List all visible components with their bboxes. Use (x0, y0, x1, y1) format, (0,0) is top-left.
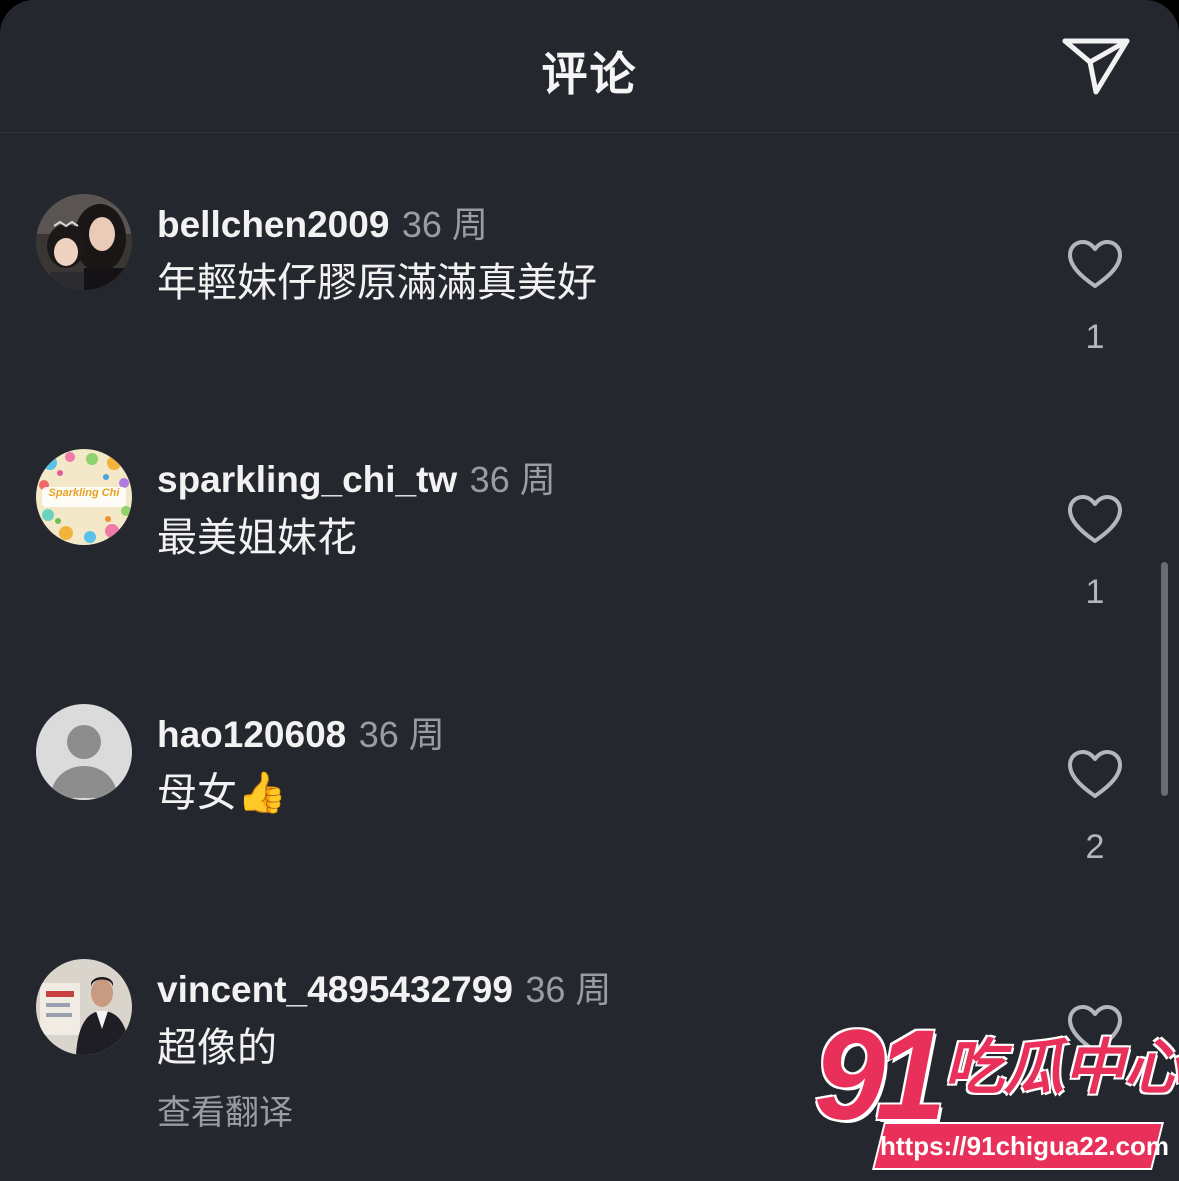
heart-icon (1068, 750, 1122, 798)
comment-text: 母女👍 (157, 771, 287, 815)
share-button[interactable] (1054, 30, 1138, 102)
like-count: 1 (1085, 573, 1105, 611)
see-translation-link[interactable]: 查看翻译 (157, 1085, 293, 1134)
comment-item: hao120608 36 周 母女👍 2 (0, 704, 1179, 934)
avatar[interactable] (36, 704, 132, 800)
comment-meta: bellchen2009 36 周 (157, 196, 488, 248)
default-user-icon (36, 704, 132, 800)
heart-icon (1068, 495, 1122, 543)
username[interactable]: sparkling_chi_tw (157, 459, 457, 500)
like-count: 2 (1085, 828, 1105, 866)
user-photo-icon (36, 959, 132, 1055)
avatar[interactable] (36, 194, 132, 290)
avatar[interactable] (36, 959, 132, 1055)
comment-meta: sparkling_chi_tw 36 周 (157, 451, 556, 503)
comment-meta: vincent_4895432799 36 周 (157, 961, 611, 1013)
like-button[interactable] (1066, 238, 1124, 290)
username[interactable]: hao120608 (157, 714, 346, 755)
username[interactable]: bellchen2009 (157, 204, 389, 245)
watermark-url: https://91chigua22.com (874, 1124, 1169, 1168)
like-button[interactable] (1066, 493, 1124, 545)
scrollbar[interactable] (1161, 562, 1168, 796)
avatar-logo-text: Sparkling Chi (48, 487, 120, 499)
comment-item: bellchen2009 36 周 年輕妹仔膠原滿滿真美好 1 (0, 194, 1179, 424)
watermark-number: 91 (814, 1004, 946, 1147)
page-title: 评论 (541, 48, 638, 100)
watermark-url-text: https://91chigua22.com (880, 1131, 1169, 1161)
comment-text: 年輕妹仔膠原滿滿真美好 (157, 261, 597, 305)
comment-time: 36 周 (469, 459, 556, 500)
like-count: 1 (1085, 318, 1105, 356)
heart-icon (1068, 240, 1122, 288)
comment-time: 36 周 (401, 204, 488, 245)
comment-meta: hao120608 36 周 (157, 706, 445, 758)
comment-item: Sparkling Chi sparkling_chi_tw 36 周 最美姐妹… (0, 449, 1179, 679)
username[interactable]: vincent_4895432799 (157, 969, 513, 1010)
comment-text: 最美姐妹花 (157, 516, 357, 560)
comments-header: 评论 (0, 0, 1179, 133)
watermark-text: 吃瓜中心 (944, 1034, 1179, 1101)
like-button[interactable] (1066, 748, 1124, 800)
avatar[interactable]: Sparkling Chi (36, 449, 132, 545)
watermark-logo: 91 吃瓜中心 https://91chigua22.com (814, 1012, 1179, 1172)
comment-time: 36 周 (525, 969, 612, 1010)
user-photo-icon (36, 194, 132, 290)
paper-plane-icon (1062, 38, 1130, 95)
comment-time: 36 周 (358, 714, 445, 755)
comments-sheet: 评论 bellchen2009 36 周 年輕妹仔膠原滿滿真美好 1 Spark… (0, 0, 1179, 1181)
comment-text: 超像的 (157, 1026, 277, 1070)
